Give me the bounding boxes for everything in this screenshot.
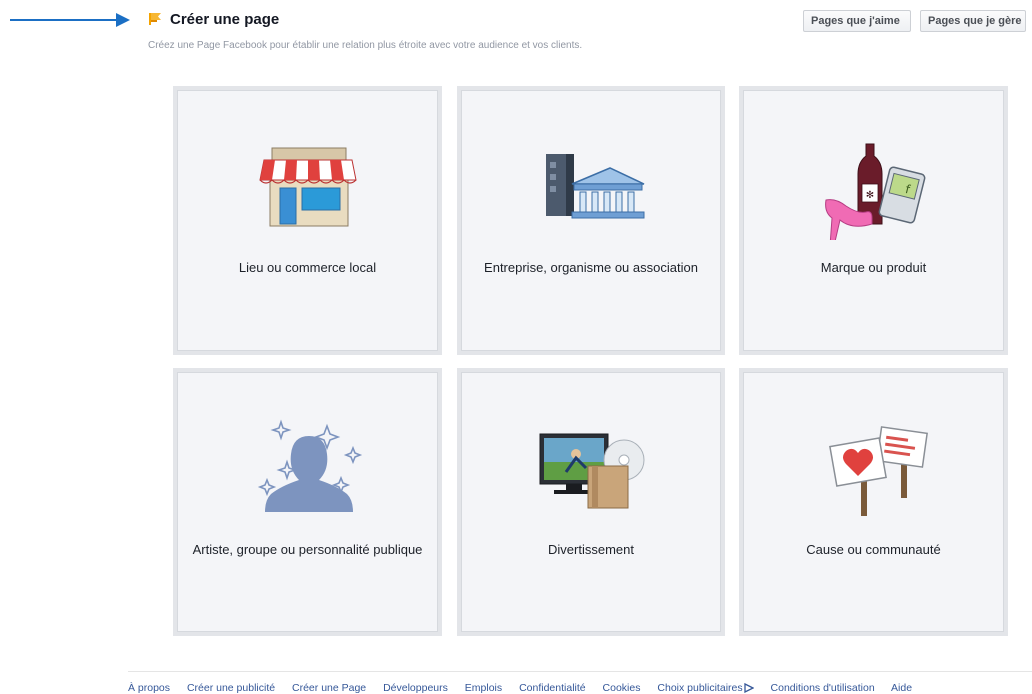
footer-link-developers[interactable]: Développeurs <box>383 682 448 694</box>
footer-links: À propos Créer une publicité Créer une P… <box>128 671 1032 694</box>
footer-link-privacy[interactable]: Confidentialité <box>519 682 586 694</box>
category-card-cause[interactable]: Cause ou communauté <box>739 368 1008 636</box>
page-title: Créer une page <box>170 11 280 28</box>
category-card-entertainment[interactable]: Divertissement <box>457 368 725 636</box>
footer-link-terms[interactable]: Conditions d'utilisation <box>771 682 875 694</box>
annotation-arrow-icon <box>10 13 130 27</box>
entertainment-icon <box>539 433 645 509</box>
category-card-brand[interactable]: ✻ f Marque ou produit <box>739 86 1008 355</box>
company-building-icon <box>546 154 645 219</box>
storefront-icon <box>258 147 357 227</box>
category-card-public-figure[interactable]: Artiste, groupe ou personnalité publique <box>173 368 442 636</box>
public-figure-icon <box>257 419 362 512</box>
category-card-company[interactable]: Entreprise, organisme ou association <box>457 86 725 355</box>
page-subtitle: Créez une Page Facebook pour établir une… <box>148 40 583 51</box>
footer-link-jobs[interactable]: Emplois <box>465 682 502 694</box>
category-label: Divertissement <box>548 542 634 557</box>
category-label: Lieu ou commerce local <box>238 260 377 275</box>
category-label: Entreprise, organisme ou association <box>484 260 698 275</box>
pages-managed-button[interactable]: Pages que je gère <box>920 10 1026 32</box>
footer-link-create-ad[interactable]: Créer une publicité <box>187 682 275 694</box>
footer-link-ad-choices-label: Choix publicitaires <box>657 682 743 694</box>
cause-community-icon <box>828 426 928 516</box>
category-card-local-business[interactable]: Lieu ou commerce local <box>173 86 442 355</box>
brand-product-icon: ✻ f <box>824 143 925 240</box>
pages-liked-button[interactable]: Pages que j'aime <box>803 10 911 32</box>
page-flag-icon <box>149 13 161 25</box>
footer-link-about[interactable]: À propos <box>128 682 170 694</box>
footer-link-help[interactable]: Aide <box>891 682 912 694</box>
category-label: Marque ou produit <box>820 260 927 275</box>
category-label: Artiste, groupe ou personnalité publique <box>192 542 423 557</box>
footer-link-create-page[interactable]: Créer une Page <box>292 682 366 694</box>
footer-link-ad-choices[interactable]: Choix publicitaires <box>657 682 754 694</box>
category-label: Cause ou communauté <box>806 542 941 557</box>
svg-text:✻: ✻ <box>865 190 873 201</box>
footer-link-cookies[interactable]: Cookies <box>603 682 641 694</box>
